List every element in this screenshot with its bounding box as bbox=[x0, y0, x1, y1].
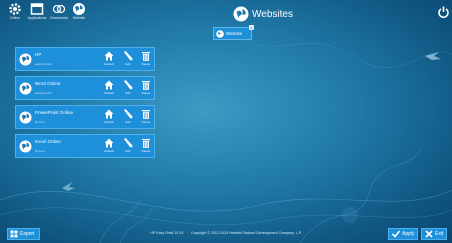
window-icon bbox=[30, 3, 44, 15]
home-icon bbox=[104, 51, 114, 61]
tab-website[interactable]: Website bbox=[68, 2, 90, 24]
home-icon bbox=[104, 138, 114, 148]
power-icon bbox=[438, 6, 449, 18]
default-button[interactable]: Default bbox=[101, 79, 117, 99]
edit-label: Edit bbox=[125, 149, 131, 153]
website-item[interactable]: Excel Online hp.com Default Edit Delete bbox=[15, 134, 155, 158]
edit-button[interactable]: Edit bbox=[120, 137, 136, 157]
pencil-icon bbox=[124, 109, 133, 119]
delete-button[interactable]: Delete bbox=[138, 108, 154, 128]
tab-applications[interactable]: Applications bbox=[26, 2, 48, 24]
delete-button[interactable]: Delete bbox=[138, 50, 154, 70]
exit-label: Exit bbox=[435, 231, 444, 237]
default-label: Default bbox=[104, 91, 114, 95]
link-icon bbox=[52, 4, 66, 14]
website-name: Word Online bbox=[35, 81, 61, 86]
checkmark-icon bbox=[392, 230, 400, 238]
footer-info: HP Easy Shell 10.3X · Copyright © 2012-201… bbox=[150, 231, 302, 235]
version-text: HP Easy Shell 10.3X bbox=[150, 231, 184, 235]
tab-online[interactable]: Online bbox=[4, 2, 26, 24]
exit-button[interactable]: Exit bbox=[421, 228, 447, 240]
edit-button[interactable]: Edit bbox=[120, 50, 136, 70]
close-icon[interactable]: × bbox=[249, 25, 254, 30]
delete-label: Delete bbox=[141, 62, 151, 66]
pencil-icon bbox=[124, 51, 133, 61]
edit-label: Edit bbox=[125, 91, 131, 95]
trash-icon bbox=[142, 139, 150, 148]
default-label: Default bbox=[104, 120, 114, 124]
default-button[interactable]: Default bbox=[101, 108, 117, 128]
globe-icon bbox=[19, 111, 32, 124]
website-name: PowerPoint Online bbox=[35, 110, 74, 115]
edit-label: Edit bbox=[125, 120, 131, 124]
apply-button[interactable]: Apply bbox=[388, 228, 418, 240]
delete-button[interactable]: Delete bbox=[138, 79, 154, 99]
tab-documents[interactable]: Documents bbox=[48, 2, 70, 24]
tab-label: Online bbox=[9, 16, 21, 20]
globe-icon bbox=[73, 3, 85, 15]
apply-label: Apply bbox=[402, 231, 415, 237]
header: Websites bbox=[233, 5, 293, 23]
globe-icon bbox=[19, 53, 32, 66]
top-toolbar: Online Applications Documents Website We… bbox=[0, 0, 452, 26]
website-item[interactable]: HP www.hp.com Default Edit Delete bbox=[15, 47, 155, 71]
trash-icon bbox=[142, 52, 150, 61]
trash-icon bbox=[142, 81, 150, 90]
page-title: Websites bbox=[252, 8, 293, 20]
bird-decoration bbox=[62, 182, 75, 191]
tab-label: Applications bbox=[27, 16, 47, 20]
website-name: Excel Online bbox=[35, 139, 61, 144]
edit-button[interactable]: Edit bbox=[120, 79, 136, 99]
pencil-icon bbox=[124, 138, 133, 148]
website-name: HP bbox=[35, 52, 42, 57]
globe-icon bbox=[19, 82, 32, 95]
pencil-icon bbox=[124, 80, 133, 90]
globe-icon bbox=[19, 140, 32, 153]
website-url: hp.com bbox=[35, 120, 45, 124]
copyright-text: Copyright © 2012-2015 Hewlett-Packard De… bbox=[190, 231, 302, 235]
default-button[interactable]: Default bbox=[101, 137, 117, 157]
gear-icon bbox=[9, 3, 21, 15]
website-url: www.hp.com bbox=[35, 62, 53, 66]
website-url: hp.com bbox=[35, 149, 45, 153]
default-label: Default bbox=[104, 62, 114, 66]
close-icon bbox=[425, 230, 433, 238]
delete-label: Delete bbox=[141, 149, 151, 153]
website-item[interactable]: Word Online www.hp.com Default Edit Dele… bbox=[15, 76, 155, 100]
edit-button[interactable]: Edit bbox=[120, 108, 136, 128]
tab-label: Website bbox=[72, 16, 86, 20]
delete-button[interactable]: Delete bbox=[138, 137, 154, 157]
website-item[interactable]: PowerPoint Online hp.com Default Edit De… bbox=[15, 105, 155, 129]
globe-icon bbox=[233, 6, 249, 22]
home-icon bbox=[104, 109, 114, 119]
chip-label: Website bbox=[226, 31, 243, 36]
trash-icon bbox=[142, 110, 150, 119]
default-label: Default bbox=[104, 149, 114, 153]
delete-label: Delete bbox=[141, 91, 151, 95]
home-icon bbox=[104, 80, 114, 90]
website-url: www.hp.com bbox=[35, 91, 53, 95]
bird-decoration bbox=[425, 52, 441, 60]
default-button[interactable]: Default bbox=[101, 50, 117, 70]
tab-label: Documents bbox=[50, 16, 68, 20]
website-filter-chip[interactable]: Website × bbox=[213, 25, 254, 40]
power-button[interactable] bbox=[438, 5, 449, 23]
delete-label: Delete bbox=[141, 120, 151, 124]
edit-label: Edit bbox=[125, 62, 131, 66]
globe-icon bbox=[216, 29, 224, 38]
